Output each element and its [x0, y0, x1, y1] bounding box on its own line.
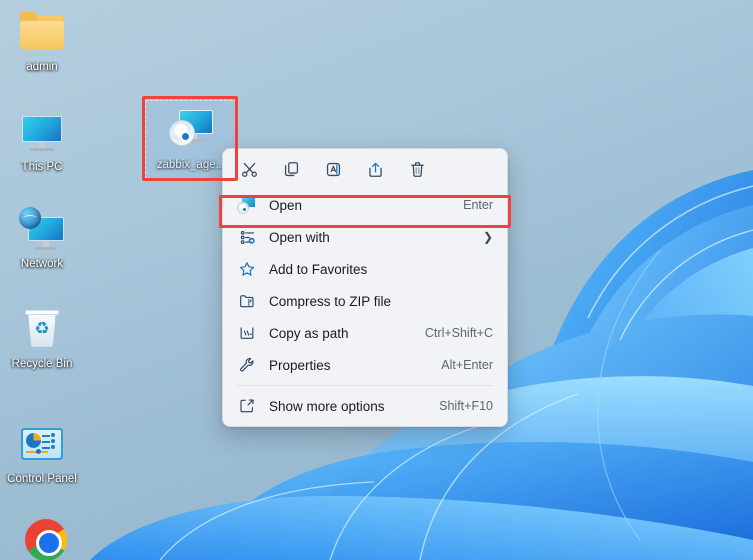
zip-folder-icon	[237, 291, 257, 311]
more-options-icon	[237, 396, 257, 416]
open-with-glyph	[240, 230, 255, 244]
desktop-icon-chrome[interactable]	[8, 516, 84, 560]
menu-item-accelerator: Ctrl+Shift+C	[424, 326, 493, 340]
share-button[interactable]	[355, 153, 395, 185]
desktop-icon-admin[interactable]: admin	[4, 8, 80, 74]
desktop-icon-label: Recycle Bin	[11, 358, 73, 370]
cut-button[interactable]	[229, 153, 269, 185]
menu-item-label: Properties	[269, 357, 331, 373]
menu-item-open[interactable]: Open Enter	[227, 189, 503, 221]
copy-icon	[284, 161, 298, 176]
copy-path-icon	[237, 323, 257, 343]
desktop-icon-control-panel[interactable]: Control Panel	[0, 420, 84, 486]
control-panel-icon	[18, 420, 66, 468]
rename-icon	[326, 162, 340, 176]
delete-button[interactable]	[397, 153, 437, 185]
menu-item-label: Compress to ZIP file	[269, 293, 392, 309]
folder-icon	[18, 8, 66, 56]
app-disc-icon	[237, 195, 257, 215]
menu-item-accelerator: Shift+F10	[439, 399, 493, 413]
menu-item-copy-as-path[interactable]: Copy as path Ctrl+Shift+C	[227, 317, 503, 349]
copy-path-glyph	[240, 327, 254, 339]
disc-installer-icon	[167, 106, 215, 154]
share-icon	[368, 162, 382, 177]
menu-item-properties[interactable]: Properties Alt+Enter	[227, 349, 503, 381]
network-icon	[18, 205, 66, 253]
star-icon	[237, 259, 257, 279]
context-menu-items: Open Enter Open with ❯ Add to Favorites …	[223, 189, 507, 422]
desktop-icon-zabbix-agent[interactable]: zabbix_age...	[145, 100, 237, 179]
desktop-icon-network[interactable]: Network	[4, 205, 80, 271]
menu-item-label: Copy as path	[269, 325, 349, 341]
desktop-icon-label: This PC	[21, 161, 63, 173]
desktop-icon-recycle-bin[interactable]: ♻ Recycle Bin	[4, 305, 80, 371]
menu-item-accelerator: Alt+Enter	[441, 358, 493, 372]
desktop-icon-this-pc[interactable]: This PC	[4, 108, 80, 174]
recycle-bin-icon: ♻	[18, 305, 66, 353]
wrench-icon	[237, 355, 257, 375]
desktop-icon-label: Control Panel	[7, 473, 77, 485]
menu-item-show-more-options[interactable]: Show more options Shift+F10	[227, 390, 503, 422]
trash-icon	[410, 161, 424, 177]
menu-item-label: Show more options	[269, 398, 385, 414]
context-menu-toolbar	[223, 149, 507, 189]
zip-folder-glyph	[240, 295, 254, 308]
menu-item-label: Add to Favorites	[269, 261, 368, 277]
desktop-icon-label: admin	[26, 61, 58, 73]
menu-item-add-to-favorites[interactable]: Add to Favorites	[227, 253, 503, 285]
desktop-icon-label: Network	[20, 258, 64, 270]
open-with-icon	[237, 227, 257, 247]
chevron-right-icon: ❯	[482, 230, 493, 244]
google-chrome-icon	[22, 516, 70, 560]
menu-item-label: Open	[269, 197, 303, 213]
wrench-glyph	[240, 358, 254, 372]
menu-separator	[237, 385, 493, 386]
menu-item-accelerator: Enter	[463, 198, 493, 212]
menu-item-compress-to-zip[interactable]: Compress to ZIP file	[227, 285, 503, 317]
copy-button[interactable]	[271, 153, 311, 185]
this-pc-icon	[18, 108, 66, 156]
context-menu: Open Enter Open with ❯ Add to Favorites …	[222, 148, 508, 427]
menu-item-open-with[interactable]: Open with ❯	[227, 221, 503, 253]
scissors-icon	[241, 162, 257, 177]
rename-button[interactable]	[313, 153, 353, 185]
star-glyph	[239, 262, 255, 276]
menu-item-label: Open with	[269, 229, 330, 245]
more-options-glyph	[240, 399, 254, 413]
